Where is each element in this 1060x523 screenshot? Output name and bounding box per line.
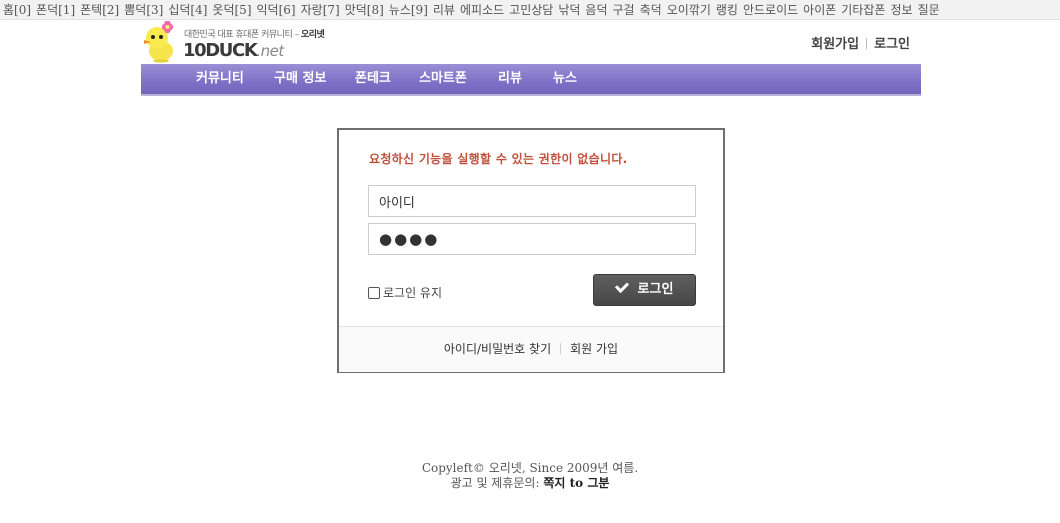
topbar-link-iphone[interactable]: 아이폰 [803,0,836,19]
keep-login-label: 로그인 유지 [383,286,443,300]
topbar-link-cucumber[interactable]: 오이깎기 [667,0,711,19]
topbar-link-review[interactable]: 리뷰 [433,0,455,19]
logo-wordmark: 10DUCK.net [183,40,284,61]
contact-label: 광고 및 제휴문의: [450,476,544,490]
checkbox-icon [368,287,380,299]
login-button[interactable]: 로그인 [593,274,696,306]
topbar-link-home[interactable]: 홈[0] [3,0,31,19]
join-link[interactable]: 회원 가입 [570,342,618,356]
nav-item-review[interactable]: 리뷰 [498,64,522,93]
topbar-link-clothes[interactable]: 옷덕[5] [212,0,251,19]
nav-item-smartphone[interactable]: 스마트폰 [419,64,467,93]
topbar-link-phonetech[interactable]: 폰텍[2] [80,0,119,19]
nav-item-phonetech[interactable]: 폰테크 [355,64,391,93]
topbar-link-food[interactable]: 맛덕[8] [345,0,384,19]
login-form-footer: 아이디/비밀번호 찾기 회원 가입 [339,326,723,372]
footer-divider [560,343,562,354]
contact-line: 광고 및 제휴문의: 쪽지 to 그분 [0,476,1060,491]
signup-link[interactable]: 회원가입 [811,37,859,52]
nav-item-news[interactable]: 뉴스 [553,64,577,93]
topbar-link-news[interactable]: 뉴스[9] [389,0,428,19]
topbar-link-begging[interactable]: 구걸 [613,0,635,19]
login-form: 요청하신 기능을 실행할 수 있는 권한이 없습니다. 로그인 유지 로그인 아… [337,128,725,373]
page-footer: Copyleft© 오리넷, Since 2009년 여름. 광고 및 제휴문의… [0,461,1060,491]
message-admin-link[interactable]: 쪽지 to 그분 [543,476,609,490]
password-input[interactable] [368,223,696,255]
topbar-link-soccer[interactable]: 축덕 [640,0,662,19]
topbar-link-music[interactable]: 음덕 [585,0,607,19]
topbar-link-question[interactable]: 질문 [918,0,940,19]
site-logo[interactable]: 대한민국 대표 휴대폰 커뮤니티 – 오리넷 10DUCK.net [141,21,341,63]
topbar-link-other-phones[interactable]: 기타잡폰 [841,0,885,19]
login-button-label: 로그인 [637,282,674,297]
topbar-link-android[interactable]: 안드로이드 [743,0,798,19]
topbar-link-ppom[interactable]: 뽐덕[3] [124,0,163,19]
account-divider [866,38,868,49]
topbar-link-brag[interactable]: 자랑[7] [301,0,340,19]
id-input[interactable] [368,185,696,217]
login-link[interactable]: 로그인 [874,37,910,52]
topbar-link-fishing[interactable]: 낚덕 [558,0,580,19]
nav-item-community[interactable]: 커뮤니티 [196,64,244,93]
topbar-link-anonymous[interactable]: 익덕[6] [257,0,296,19]
copyright-text: Copyleft© 오리넷, Since 2009년 여름. [421,461,639,475]
account-links: 회원가입 로그인 [811,33,910,52]
chick-mascot-icon [144,21,174,63]
permission-error-message: 요청하신 기능을 실행할 수 있는 권한이 없습니다. [369,152,628,166]
topbar-link-counsel[interactable]: 고민상담 [509,0,553,19]
topbar-link-episode[interactable]: 에피소드 [460,0,504,19]
topbar-link-phone[interactable]: 폰덕[1] [36,0,75,19]
check-icon [614,278,629,294]
find-id-password-link[interactable]: 아이디/비밀번호 찾기 [444,342,551,356]
nav-item-purchase-info[interactable]: 구매 정보 [274,64,326,93]
topbar-link-sipduck[interactable]: 십덕[4] [168,0,207,19]
main-nav: 커뮤니티 구매 정보 폰테크 스마트폰 리뷰 뉴스 [141,64,921,96]
top-link-bar: 홈[0] 폰덕[1] 폰텍[2] 뽐덕[3] 십덕[4] 옷덕[5] 익덕[6] 자랑[7] 맛… [0,0,1060,20]
topbar-link-info[interactable]: 정보 [890,0,912,19]
logo-tagline: 대한민국 대표 휴대폰 커뮤니티 – 오리넷 [184,30,325,40]
keep-login-checkbox[interactable]: 로그인 유지 [368,284,442,301]
topbar-link-ranking[interactable]: 랭킹 [716,0,738,19]
